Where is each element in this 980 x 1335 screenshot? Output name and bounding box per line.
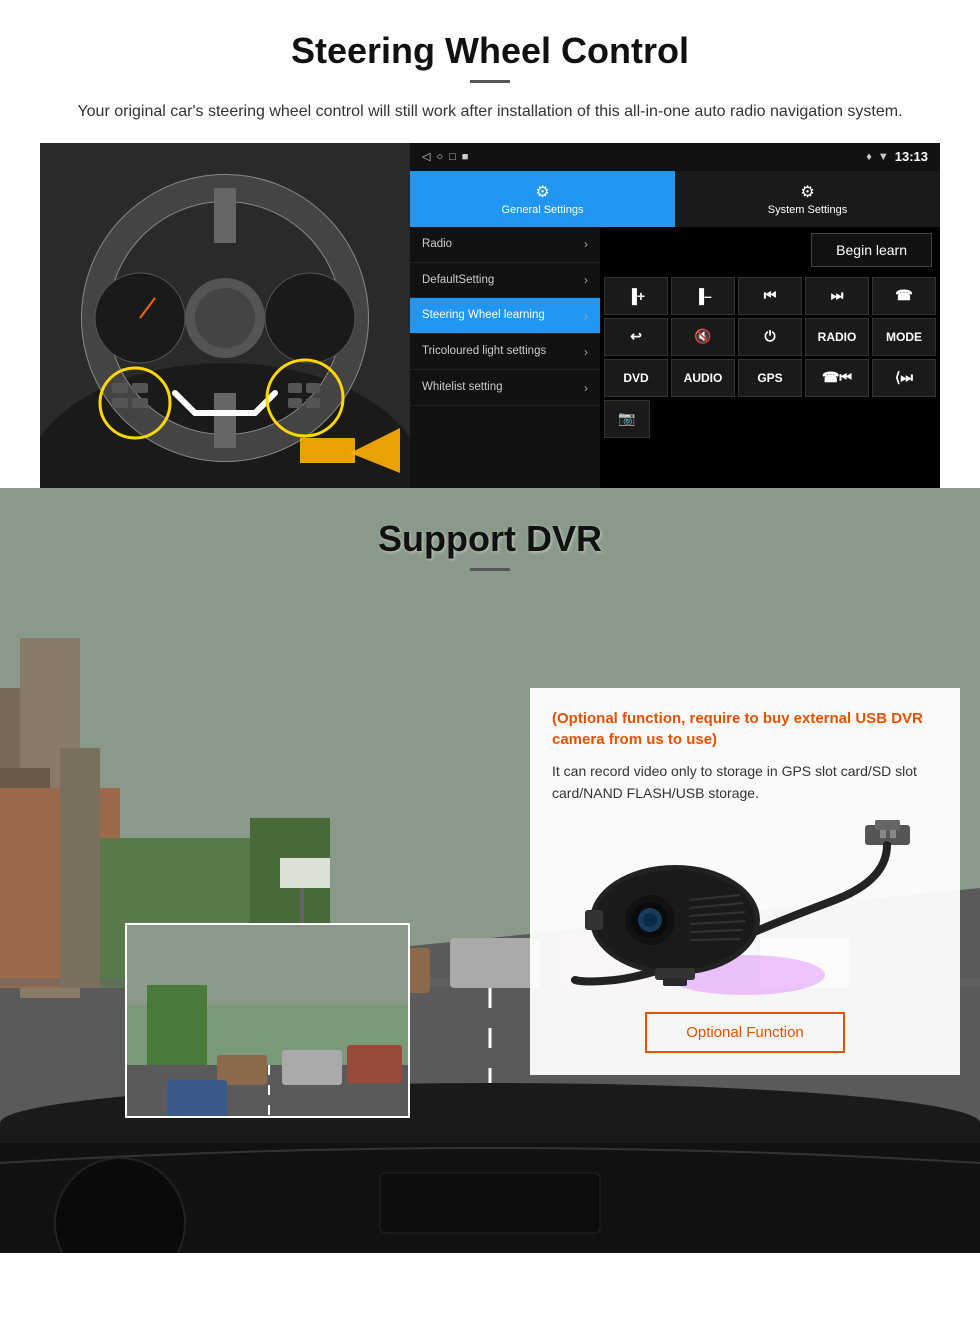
- dvr-title: Support DVR: [0, 518, 980, 560]
- vol-up-btn[interactable]: ▐+: [604, 277, 668, 315]
- chevron-icon: ›: [584, 237, 588, 251]
- next-btn[interactable]: ⏭: [805, 277, 869, 315]
- prev-icon: ⏮: [764, 287, 777, 304]
- chevron-icon: ›: [584, 273, 588, 287]
- menu-whitelist-label: Whitelist setting: [422, 380, 503, 395]
- android-ui: ◁ ○ □ ■ ♦ ▼ 13:13 ⚙ General Settings: [410, 143, 940, 488]
- dvr-info-card: (Optional function, require to buy exter…: [530, 688, 960, 1076]
- phone-btn[interactable]: ☎: [872, 277, 936, 315]
- audio-label: AUDIO: [684, 371, 723, 385]
- menu-default-label: DefaultSetting: [422, 273, 494, 288]
- dvr-title-area: Support DVR: [0, 488, 980, 581]
- phone-next-icon: ⟨⏭: [895, 369, 913, 386]
- optional-function-button[interactable]: Optional Function: [645, 1012, 845, 1053]
- menu-item-whitelist[interactable]: Whitelist setting ›: [410, 370, 600, 406]
- controls-row-4: 📷: [604, 400, 936, 438]
- back-icon[interactable]: ◁: [422, 150, 430, 163]
- dvr-btn[interactable]: 📷: [604, 400, 650, 438]
- gps-btn[interactable]: GPS: [738, 359, 802, 397]
- tab-system[interactable]: ⚙ System Settings: [675, 171, 940, 227]
- page-title: Steering Wheel Control: [40, 30, 940, 72]
- status-bar: ◁ ○ □ ■ ♦ ▼ 13:13: [410, 143, 940, 171]
- dvr-section: Support DVR (Optional function, require …: [0, 488, 980, 1253]
- screenshot-icon[interactable]: ■: [462, 151, 469, 163]
- vol-down-icon: ▐–: [694, 288, 712, 304]
- settings-tabs: ⚙ General Settings ⚙ System Settings: [410, 171, 940, 227]
- tab-general-label: General Settings: [502, 204, 584, 216]
- steering-wheel-photo: [40, 143, 410, 488]
- gear-icon: ⚙: [535, 182, 549, 202]
- chevron-icon: ›: [584, 381, 588, 395]
- gps-label: GPS: [757, 371, 782, 385]
- back-media-icon: ↩: [630, 328, 642, 345]
- phone-prev-btn[interactable]: ☎⏮: [805, 359, 869, 397]
- dvr-description: It can record video only to storage in G…: [552, 760, 938, 805]
- dvd-label: DVD: [623, 371, 648, 385]
- vol-up-icon: ▐+: [627, 288, 645, 304]
- audio-btn[interactable]: AUDIO: [671, 359, 735, 397]
- title-divider: [470, 80, 510, 83]
- phone-prev-icon: ☎⏮: [822, 369, 852, 386]
- mode-label: MODE: [886, 330, 922, 344]
- menu-item-radio[interactable]: Radio ›: [410, 227, 600, 263]
- tab-general[interactable]: ⚙ General Settings: [410, 171, 675, 227]
- radio-btn[interactable]: RADIO: [805, 318, 869, 356]
- power-btn[interactable]: ⏻: [738, 318, 802, 356]
- menu-item-tricolour[interactable]: Tricoloured light settings ›: [410, 334, 600, 370]
- steering-section: Steering Wheel Control Your original car…: [0, 0, 980, 488]
- mute-btn[interactable]: 🔇: [671, 318, 735, 356]
- section-subtitle: Your original car's steering wheel contr…: [60, 99, 920, 125]
- nav-icons: ◁ ○ □ ■: [422, 150, 468, 163]
- settings-icon: ⚙: [800, 182, 814, 202]
- controls-row-3: DVD AUDIO GPS ☎⏮ ⟨⏭: [604, 359, 936, 397]
- begin-learn-row: Begin learn: [600, 227, 940, 273]
- mode-btn[interactable]: MODE: [872, 318, 936, 356]
- home-icon[interactable]: ○: [436, 151, 443, 163]
- next-icon: ⏭: [831, 287, 844, 304]
- dvr-divider: [470, 568, 510, 571]
- settings-menu: Radio › DefaultSetting › Steering Wheel …: [410, 227, 600, 488]
- vol-down-btn[interactable]: ▐–: [671, 277, 735, 315]
- menu-steering-label: Steering Wheel learning: [422, 308, 545, 323]
- back-btn[interactable]: ↩: [604, 318, 668, 356]
- menu-item-steering[interactable]: Steering Wheel learning ›: [410, 298, 600, 334]
- prev-btn[interactable]: ⏮: [738, 277, 802, 315]
- controls-row-1: ▐+ ▐– ⏮ ⏭ ☎: [604, 277, 936, 315]
- begin-learn-button[interactable]: Begin learn: [811, 233, 932, 267]
- chevron-icon: ›: [584, 345, 588, 359]
- dvd-btn[interactable]: DVD: [604, 359, 668, 397]
- dvr-icon: 📷: [618, 410, 635, 427]
- dvr-optional-text: (Optional function, require to buy exter…: [552, 708, 938, 750]
- power-icon: ⏻: [764, 328, 775, 345]
- controls-panel: Begin learn ▐+ ▐– ⏮ ⏭ ☎ ↩: [600, 227, 940, 488]
- menu-radio-label: Radio: [422, 237, 452, 252]
- dvr-camera-image: [552, 820, 938, 1000]
- status-time: 13:13: [895, 149, 928, 164]
- menu-tricolour-label: Tricoloured light settings: [422, 344, 546, 359]
- controls-row-2: ↩ 🔇 ⏻ RADIO MODE: [604, 318, 936, 356]
- controls-grid: ▐+ ▐– ⏮ ⏭ ☎ ↩ 🔇 ⏻ RADIO MODE: [600, 273, 940, 442]
- car-dashboard: [0, 1123, 980, 1253]
- menu-item-default[interactable]: DefaultSetting ›: [410, 263, 600, 299]
- phone-icon: ☎: [895, 287, 912, 304]
- radio-label: RADIO: [818, 330, 857, 344]
- chevron-icon: ›: [584, 309, 588, 323]
- recents-icon[interactable]: □: [449, 151, 456, 163]
- android-content: Radio › DefaultSetting › Steering Wheel …: [410, 227, 940, 488]
- phone-next-btn[interactable]: ⟨⏭: [872, 359, 936, 397]
- steering-ui-container: ◁ ○ □ ■ ♦ ▼ 13:13 ⚙ General Settings: [40, 143, 940, 488]
- dvr-small-view: [125, 923, 410, 1118]
- tab-system-label: System Settings: [768, 204, 847, 216]
- mute-icon: 🔇: [694, 328, 711, 345]
